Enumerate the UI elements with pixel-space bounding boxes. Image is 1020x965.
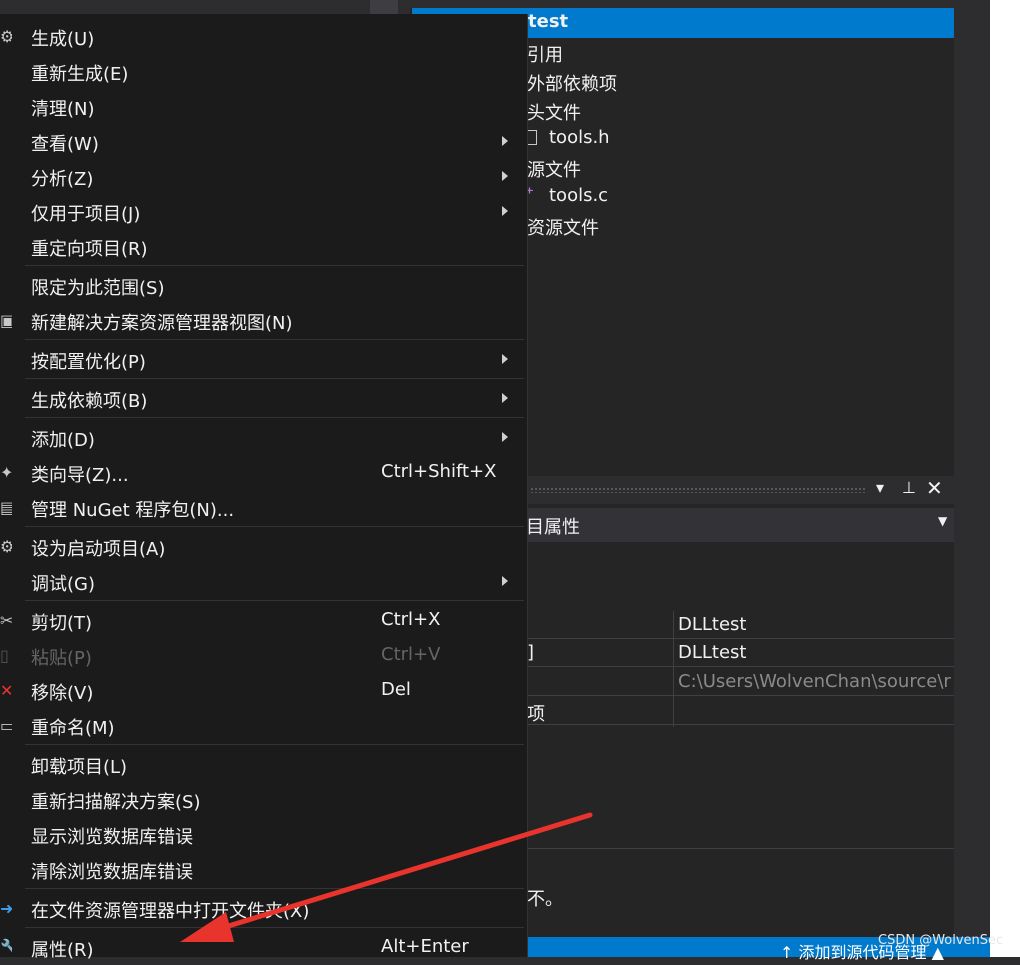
arrow-shaft xyxy=(219,812,593,931)
arrow-head xyxy=(180,912,234,942)
annotation-arrow xyxy=(180,812,593,942)
watermark: CSDN @WolvenSec xyxy=(878,933,1004,948)
